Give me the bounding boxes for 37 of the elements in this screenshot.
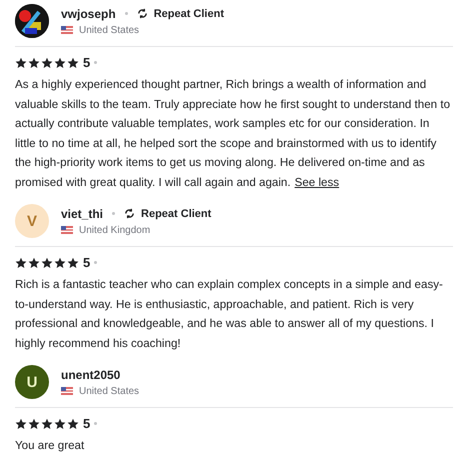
star-icon [28, 418, 40, 430]
repeat-client-label: Repeat Client [141, 208, 212, 220]
star-icon [28, 56, 40, 68]
country-label: United Kingdom [79, 224, 150, 236]
avatar: V [15, 204, 49, 238]
avatar: U [15, 365, 49, 399]
country-label: United States [79, 386, 140, 396]
review-text: You are great [15, 438, 86, 454]
star-icon [15, 56, 27, 68]
star-icon [41, 418, 53, 430]
repeat-client-label: Repeat Client [154, 8, 224, 20]
reviewer-name: viet_thi [61, 206, 104, 220]
star-icon [41, 256, 53, 268]
star-icon [41, 56, 53, 68]
star-icon [54, 418, 66, 430]
rating-value: 5 [83, 55, 90, 70]
star-icon [28, 256, 40, 268]
reviewer-name: unent2050 [61, 368, 120, 382]
star-icon [67, 418, 79, 430]
refresh-icon [124, 208, 136, 219]
country-label: United States [79, 24, 140, 36]
star-icon [15, 256, 27, 268]
refresh-icon [136, 8, 148, 19]
reviewer-name: vwjoseph [61, 6, 116, 20]
star-icon [54, 256, 66, 268]
star-icon [67, 56, 79, 68]
rating-value: 5 [83, 255, 90, 270]
flag-icon [61, 26, 73, 34]
star-icon [54, 56, 66, 68]
star-icon [67, 256, 79, 268]
review-text: As a highly experienced thought partner, Rich brings a wealth of information and valuable skills to the team. Truly appreciate how he first sought to understand then to actually contribute valuable templates, work samples etc for our consideration. In little to no time at all, he helped sort the scope and brainstormed with us to identify the high-priority work items to get us moving along. He delivered on-time and as promised with great quality. I will call again and again. See less [15, 77, 452, 190]
see-less-link[interactable]: See less [294, 176, 340, 188]
rating-value: 5 [83, 416, 90, 431]
star-icon [15, 418, 27, 430]
flag-icon [61, 226, 73, 234]
flag-icon [61, 387, 73, 395]
review-text: Rich is a fantastic teacher who can explain complex concepts in a simple and easy-to-understand way. He is enthusiastic, approachable, and patient. Rich is very professional and knowledgeable, and he was able to answer all of my questions. I highly recommend his coaching! [15, 277, 444, 352]
